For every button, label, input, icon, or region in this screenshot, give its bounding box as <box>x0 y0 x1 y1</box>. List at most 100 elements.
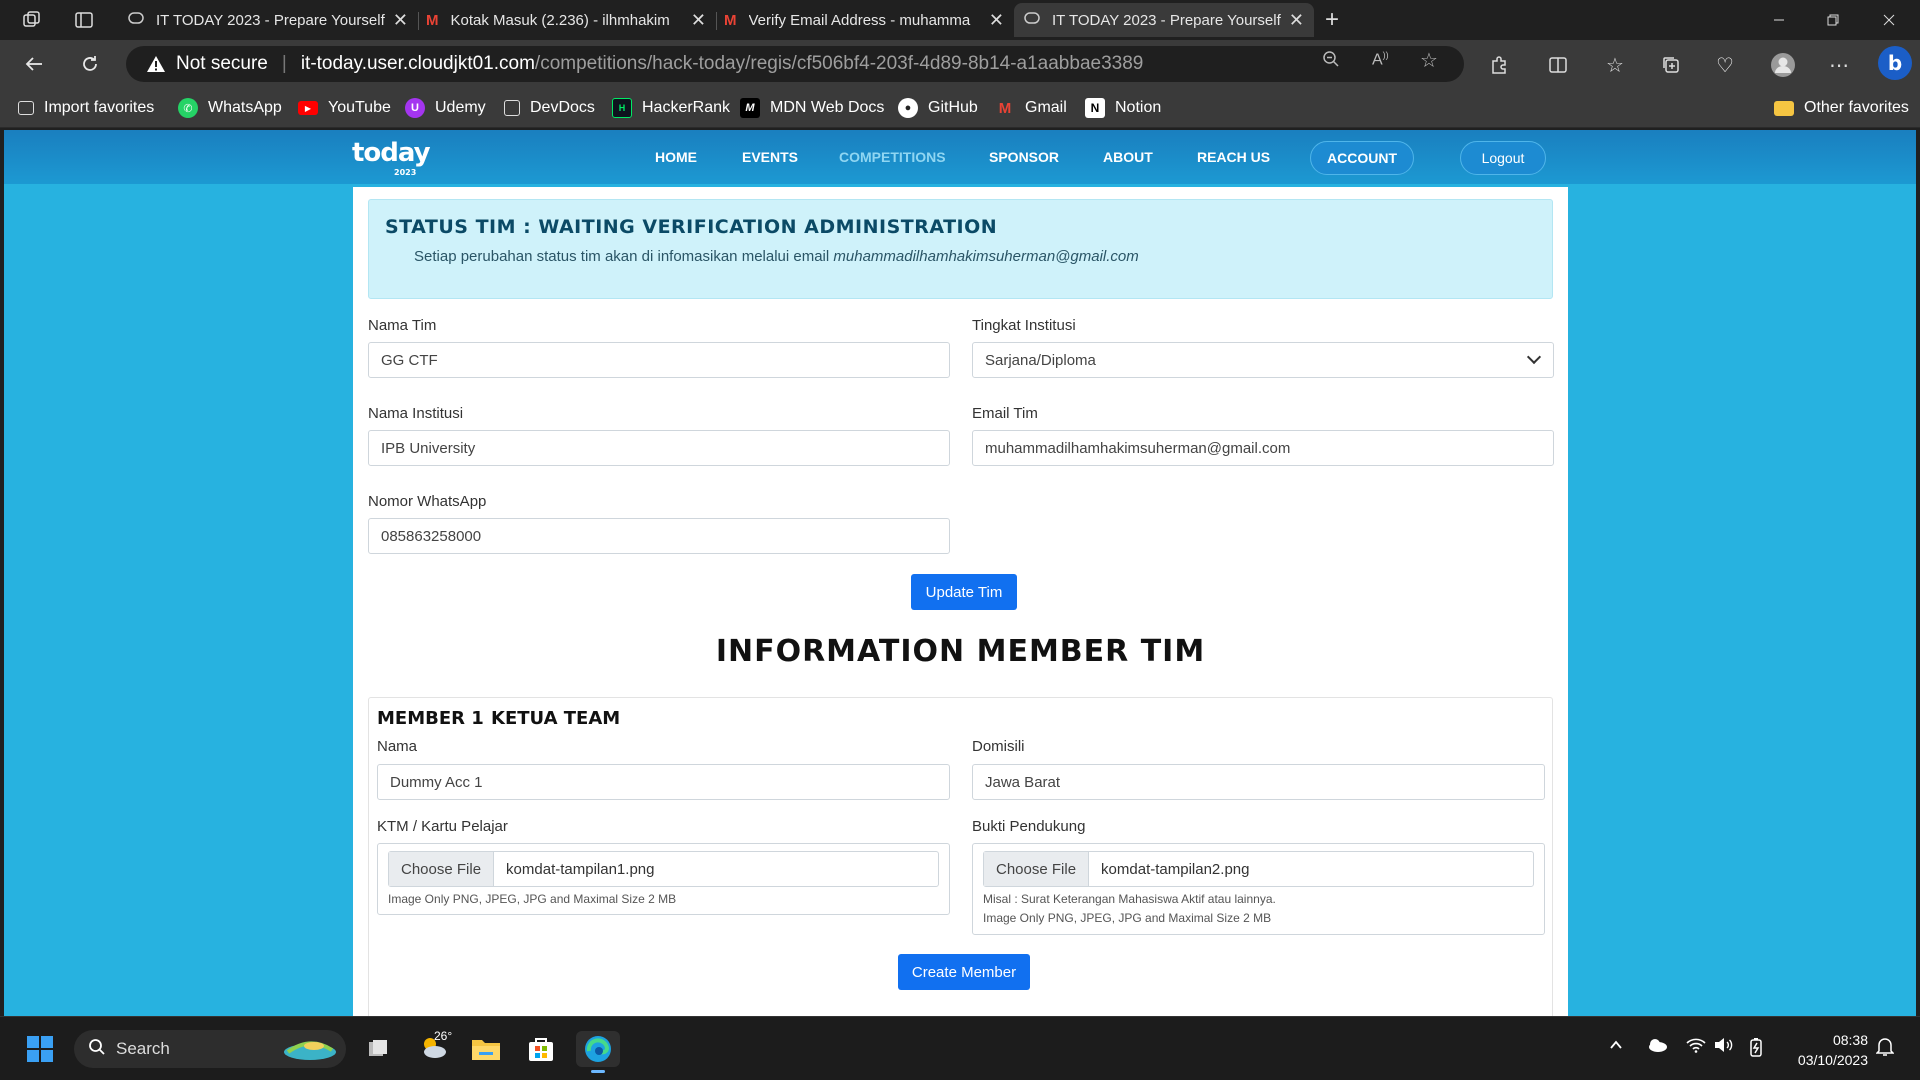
bookmark-import-favorites[interactable]: Import favorites <box>18 96 154 120</box>
notification-icon[interactable] <box>1875 1037 1895 1062</box>
edge-taskbar-icon[interactable] <box>576 1031 620 1073</box>
search-highlight-icon <box>280 1032 340 1067</box>
minimize-icon[interactable] <box>1750 0 1808 40</box>
clock-date: 03/10/2023 <box>1797 1052 1868 1068</box>
workspaces-icon[interactable] <box>20 8 44 32</box>
browser-tab-bar: IT TODAY 2023 - Prepare Yourself ✕ M Kot… <box>0 0 1920 40</box>
address-bar[interactable]: Not secure | it-today.user.cloudjkt01.co… <box>126 46 1464 82</box>
close-tab-icon[interactable]: ✕ <box>691 10 706 31</box>
other-favorites-folder[interactable]: Other favorites <box>1774 96 1909 120</box>
update-tim-button[interactable]: Update Tim <box>911 574 1017 610</box>
bookmark-udemy[interactable]: U Udemy <box>405 96 486 120</box>
bookmark-github[interactable]: ● GitHub <box>898 96 978 120</box>
nav-sponsor[interactable]: SPONSOR <box>989 149 1059 165</box>
nama-tim-input[interactable]: GG CTF <box>368 342 950 378</box>
tab-title: IT TODAY 2023 - Prepare Yourself <box>156 11 385 29</box>
restore-icon[interactable] <box>1804 0 1862 40</box>
github-icon: ● <box>898 98 918 118</box>
nav-competitions[interactable]: COMPETITIONS <box>839 149 946 165</box>
split-screen-icon[interactable] <box>1545 52 1571 78</box>
close-tab-icon[interactable]: ✕ <box>393 10 408 31</box>
wifi-icon[interactable] <box>1686 1037 1706 1058</box>
bookmark-mdn[interactable]: M MDN Web Docs <box>740 96 884 120</box>
bukti-file-input[interactable]: Choose File komdat-tampilan2.png <box>983 851 1534 887</box>
bookmark-gmail[interactable]: M Gmail <box>995 96 1067 120</box>
browser-tab-3[interactable]: M Verify Email Address - muhamma ✕ <box>714 3 1014 37</box>
system-clock[interactable]: 08:38 03/10/2023 <box>1774 1030 1868 1070</box>
status-heading: STATUS TIM : WAITING VERIFICATION ADMINI… <box>385 216 998 238</box>
browser-tab-4[interactable]: IT TODAY 2023 - Prepare Yourself ✕ <box>1014 3 1314 37</box>
tab-title: Kotak Masuk (2.236) - ilhmhakim <box>450 11 670 29</box>
clock-time: 08:38 <box>1832 1032 1868 1048</box>
task-view-icon[interactable] <box>360 1031 396 1067</box>
status-email: muhammadilhamhakimsuherman@gmail.com <box>833 248 1139 265</box>
account-button[interactable]: ACCOUNT <box>1310 141 1414 175</box>
nav-home[interactable]: HOME <box>655 149 697 165</box>
logout-button[interactable]: Logout <box>1460 141 1546 175</box>
bookmark-label: YouTube <box>328 99 391 116</box>
choose-file-button[interactable]: Choose File <box>389 852 495 886</box>
tab-actions-icon[interactable] <box>72 8 96 32</box>
browser-tab-1[interactable]: IT TODAY 2023 - Prepare Yourself ✕ <box>118 3 418 37</box>
battery-icon[interactable] <box>1748 1037 1764 1062</box>
nama-input[interactable]: Dummy Acc 1 <box>377 764 950 800</box>
create-member-button[interactable]: Create Member <box>898 954 1030 990</box>
weather-widget[interactable]: 26° <box>412 1029 456 1067</box>
bookmark-label: Gmail <box>1025 99 1067 116</box>
ktm-file-input[interactable]: Choose File komdat-tampilan1.png <box>388 851 939 887</box>
microsoft-store-icon[interactable] <box>523 1031 559 1067</box>
close-tab-icon[interactable]: ✕ <box>989 10 1004 31</box>
favorite-star-icon[interactable]: ☆ <box>1420 48 1438 73</box>
bookmark-whatsapp[interactable]: ✆ WhatsApp <box>178 96 282 120</box>
back-icon[interactable] <box>20 50 48 78</box>
folder-icon <box>1774 100 1794 116</box>
zoom-icon[interactable] <box>1322 50 1340 73</box>
new-tab-icon[interactable]: + <box>1320 6 1344 33</box>
email-tim-input[interactable]: muhammadilhamhakimsuherman@gmail.com <box>972 430 1554 466</box>
refresh-icon[interactable] <box>76 50 104 78</box>
volume-icon[interactable] <box>1714 1037 1734 1058</box>
favorites-icon[interactable]: ☆ <box>1602 52 1628 78</box>
tingkat-institusi-label: Tingkat Institusi <box>972 317 1076 334</box>
more-options-icon[interactable]: ⋯ <box>1826 52 1852 78</box>
bookmark-notion[interactable]: N Notion <box>1085 96 1161 120</box>
extensions-icon[interactable] <box>1486 52 1512 78</box>
devdocs-icon <box>504 100 520 116</box>
file-explorer-icon[interactable] <box>468 1031 504 1067</box>
site-logo[interactable]: today 2023 <box>352 138 431 177</box>
tingkat-institusi-select[interactable]: Sarjana/Diploma <box>972 342 1554 378</box>
security-label[interactable]: Not secure <box>176 53 268 75</box>
bookmark-devdocs[interactable]: DevDocs <box>504 96 595 120</box>
nav-reach-us[interactable]: REACH US <box>1197 149 1270 165</box>
read-aloud-icon[interactable]: A)) <box>1372 50 1389 69</box>
windows-start-icon[interactable] <box>22 1031 58 1067</box>
bukti-file-name: komdat-tampilan2.png <box>1101 860 1250 878</box>
close-tab-icon[interactable]: ✕ <box>1289 10 1304 31</box>
choose-file-button[interactable]: Choose File <box>984 852 1090 886</box>
udemy-icon: U <box>405 98 425 118</box>
nama-tim-label: Nama Tim <box>368 317 437 334</box>
notion-icon: N <box>1085 98 1105 118</box>
browser-essentials-icon[interactable]: ♡ <box>1712 52 1738 78</box>
domisili-input[interactable]: Jawa Barat <box>972 764 1545 800</box>
bookmark-label: Notion <box>1115 99 1162 116</box>
chevron-up-icon[interactable] <box>1608 1037 1624 1058</box>
collections-icon[interactable] <box>1658 52 1684 78</box>
nav-events[interactable]: EVENTS <box>742 149 798 165</box>
close-window-icon[interactable] <box>1860 0 1918 40</box>
nomor-whatsapp-input[interactable]: 085863258000 <box>368 518 950 554</box>
bukti-pendukung-label: Bukti Pendukung <box>972 818 1086 835</box>
warning-icon[interactable] <box>146 54 166 74</box>
nav-about[interactable]: ABOUT <box>1103 149 1153 165</box>
whatsapp-icon: ✆ <box>178 98 198 118</box>
bookmark-youtube[interactable]: ▶ YouTube <box>298 96 391 120</box>
ktm-file-name: komdat-tampilan1.png <box>506 860 655 878</box>
browser-tab-2[interactable]: M Kotak Masuk (2.236) - ilhmhakim ✕ <box>416 3 716 37</box>
nama-institusi-input[interactable]: IPB University <box>368 430 950 466</box>
onedrive-icon[interactable] <box>1646 1037 1668 1058</box>
bing-copilot-icon[interactable]: b <box>1878 46 1912 80</box>
taskbar-search[interactable]: Search <box>74 1030 346 1068</box>
bukti-hint-format: Image Only PNG, JPEG, JPG and Maximal Si… <box>983 911 1272 925</box>
bookmark-hackerrank[interactable]: H HackerRank <box>612 96 730 120</box>
profile-avatar-icon[interactable] <box>1770 52 1796 78</box>
